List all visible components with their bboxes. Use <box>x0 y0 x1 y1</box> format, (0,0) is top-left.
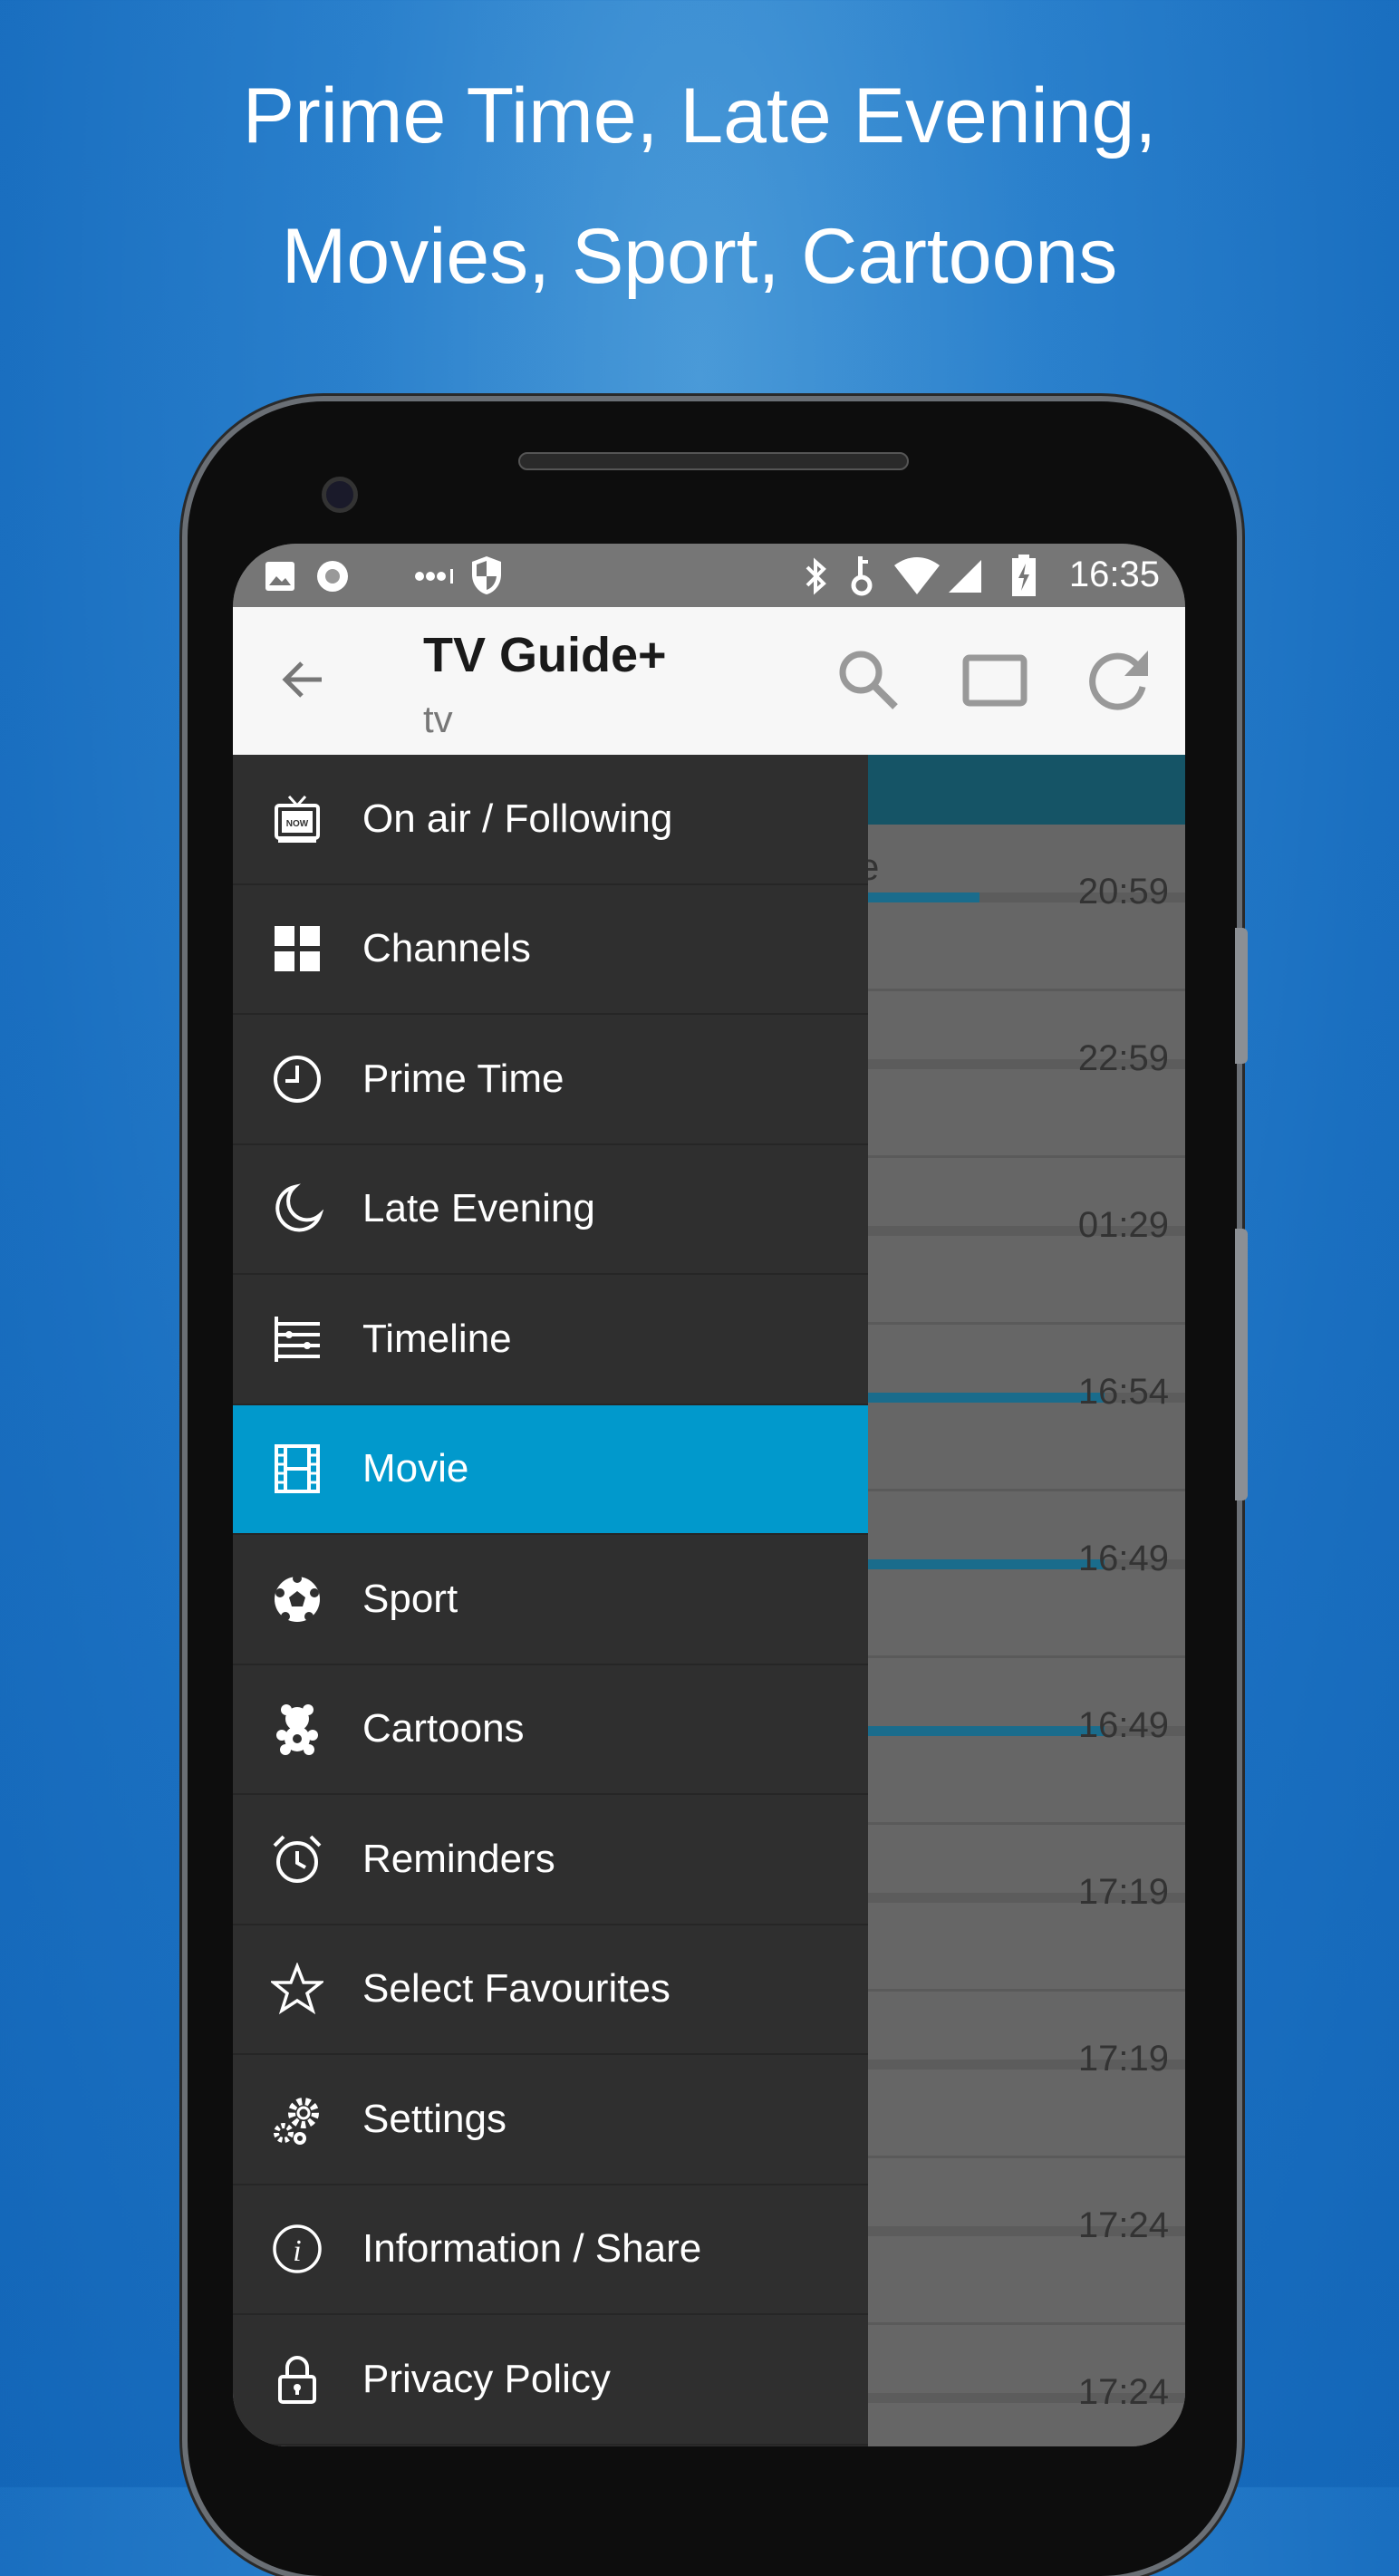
drawer-item-late-evening[interactable]: Late Evening <box>233 1145 868 1275</box>
key-icon <box>851 556 873 596</box>
drawer-item-label: Channels <box>362 926 531 971</box>
drawer-item-label: Select Favourites <box>362 1966 671 2012</box>
volume-button <box>1235 928 1248 1064</box>
end-time: 17:24 <box>1077 2205 1169 2245</box>
drawer-item-label: Reminders <box>362 1836 555 1881</box>
star-icon <box>271 1963 323 2015</box>
end-time: 01:29 <box>1077 1205 1169 1245</box>
lock-icon <box>278 2355 316 2404</box>
end-time: 16:54 <box>1077 1372 1169 1412</box>
drawer-item-cartoons[interactable]: Cartoons <box>233 1665 868 1795</box>
status-bar: 16:35 <box>233 544 1185 607</box>
status-time: 16:35 <box>1068 555 1160 594</box>
progress-fill <box>867 892 980 902</box>
drawer-item-settings[interactable]: Settings <box>233 2055 868 2185</box>
drawer-item-on-air-following[interactable]: NOW On air / Following <box>233 755 868 885</box>
grid-icon <box>275 926 320 972</box>
drawer-item-label: Cartoons <box>362 1706 525 1751</box>
drawer-item-label: Timeline <box>362 1316 512 1361</box>
progress-fill <box>867 1393 1105 1403</box>
soccer-ball-icon <box>275 1573 320 1622</box>
image-icon <box>265 562 294 591</box>
end-time: 16:49 <box>1077 1705 1169 1745</box>
progress-fill <box>867 1559 1105 1569</box>
navigation-drawer: NOW On air / Following Channels Prime Time L… <box>233 755 868 2446</box>
drawer-item-label: Settings <box>362 2096 507 2141</box>
headline-line2: Movies, Sport, Cartoons <box>281 213 1118 300</box>
drawer-item-label: Late Evening <box>362 1186 595 1231</box>
drawer-item-sport[interactable]: Sport <box>233 1535 868 1665</box>
drawer-item-label: Information / Share <box>362 2226 702 2272</box>
phone-screen: 16:35 TV Guide+ tv e 20:59 22:59 01:29 16:5… <box>233 544 1185 2446</box>
refresh-icon[interactable] <box>1086 647 1152 712</box>
drawer-item-select-favourites[interactable]: Select Favourites <box>233 1925 868 2055</box>
svg-text:NOW: NOW <box>286 819 309 829</box>
svg-text:i: i <box>293 2234 301 2268</box>
info-icon: i <box>273 2224 322 2273</box>
battery-charging-icon <box>1012 555 1036 596</box>
tv-now-icon: NOW <box>275 795 320 843</box>
end-time: 17:24 <box>1077 2372 1169 2412</box>
film-icon <box>275 1444 320 1494</box>
drawer-item-label: Sport <box>362 1576 458 1621</box>
search-icon[interactable] <box>835 647 901 712</box>
bluetooth-icon <box>806 557 826 595</box>
front-camera <box>322 477 358 513</box>
timeline-icon <box>275 1316 320 1362</box>
app-bar: TV Guide+ tv <box>233 607 1185 755</box>
drawer-item-label: Movie <box>362 1446 469 1491</box>
gears-icon <box>274 2097 319 2145</box>
drawer-item-prime-time[interactable]: Prime Time <box>233 1015 868 1145</box>
rectangle-icon[interactable] <box>962 654 1028 709</box>
drawer-item-label: Prime Time <box>362 1056 564 1101</box>
alarm-clock-icon <box>273 1835 322 1883</box>
end-time: 20:59 <box>1077 872 1169 912</box>
drawer-item-label: On air / Following <box>362 796 673 841</box>
clock-icon <box>274 1055 321 1103</box>
drawer-item-timeline[interactable]: Timeline <box>233 1275 868 1405</box>
end-time: 16:49 <box>1077 1539 1169 1578</box>
end-time: 17:19 <box>1077 1872 1169 1912</box>
back-arrow-icon[interactable] <box>278 654 329 705</box>
drawer-item-reminders[interactable]: Reminders <box>233 1795 868 1925</box>
moon-icon <box>275 1183 323 1232</box>
wifi-icon <box>894 557 940 594</box>
teddy-bear-icon <box>276 1704 318 1756</box>
speaker-grille <box>518 452 909 470</box>
drawer-item-channels[interactable]: Channels <box>233 885 868 1015</box>
app-subtitle: tv <box>423 698 453 740</box>
power-button <box>1235 1229 1248 1500</box>
end-time: 17:19 <box>1077 2039 1169 2079</box>
dots-icon <box>415 569 453 584</box>
circle-icon <box>317 561 348 592</box>
drawer-item-privacy-policy[interactable]: Privacy Policy <box>233 2315 868 2446</box>
signal-icon <box>949 560 981 593</box>
app-title: TV Guide+ <box>423 628 667 682</box>
shield-icon <box>472 556 501 594</box>
end-time: 22:59 <box>1077 1038 1169 1078</box>
drawer-item-movie[interactable]: Movie <box>233 1404 868 1535</box>
headline-line1: Prime Time, Late Evening, <box>242 72 1157 159</box>
progress-fill <box>867 1726 1105 1736</box>
drawer-item-information-share[interactable]: i Information / Share <box>233 2185 868 2315</box>
drawer-item-label: Privacy Policy <box>362 2356 611 2401</box>
